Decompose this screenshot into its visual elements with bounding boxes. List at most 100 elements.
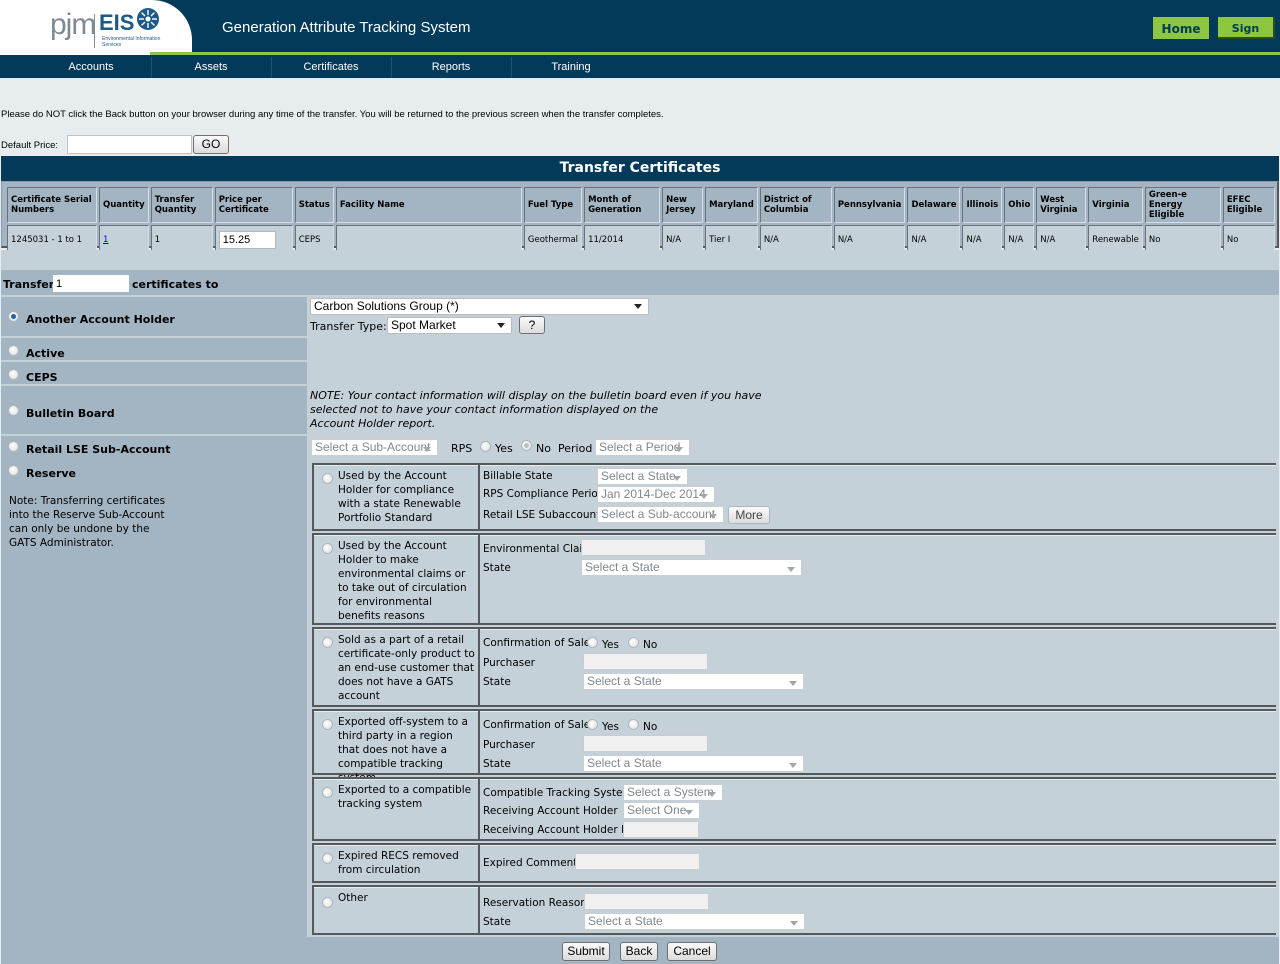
logo[interactable]: pjm EIS Environmental Information Servic… [0,0,192,55]
confirmation-yes-radio[interactable] [587,637,598,648]
sign-out-button[interactable]: Sign Out [1218,17,1275,57]
receiving-account-holder-label: Receiving Account Holder [483,805,618,817]
column-header: Virginia [1088,187,1143,223]
expired-comments-input[interactable] [575,853,700,870]
environmental-claim-input[interactable] [581,539,706,556]
state-select[interactable]: Select a State [581,559,802,576]
environmental-claim-label: Environmental Claim [483,543,593,555]
active-label: Active [26,347,65,360]
purchaser-input[interactable] [583,735,708,752]
reserve-reason-exported-off-system-radio[interactable] [322,719,333,730]
state-value: Select a State [587,756,662,770]
purchaser-input[interactable] [583,653,708,670]
confirmation-no-radio[interactable] [628,719,639,730]
transfer-type-select[interactable]: Spot Market [387,317,512,334]
rps-period-select[interactable]: Jan 2014-Dec 2014 [597,486,715,503]
confirmation-no-label: No [643,639,658,651]
reserve-reason-rps-radio[interactable] [322,473,333,484]
column-header: Green-e Energy Eligible [1144,187,1221,223]
column-header: Delaware [907,187,961,223]
chevron-down-icon [634,304,642,309]
price-per-certificate-input[interactable] [218,230,276,249]
receiving-account-holder-select[interactable]: Select One [623,802,700,819]
transfer-quantity-input[interactable] [53,275,129,292]
reserve-reason-expired-radio[interactable] [322,853,333,864]
app-title: Generation Attribute Tracking System [222,19,471,36]
rps-no-radio[interactable] [521,440,532,451]
column-header: Quantity [99,187,149,223]
nav-certificates[interactable]: Certificates [271,55,391,78]
chevron-down-icon [423,447,431,452]
state-select[interactable]: Select a State [583,673,804,690]
confirmation-of-sale-label: Confirmation of Sale [483,637,591,649]
bulletin-board-radio[interactable] [8,405,19,416]
billable-state-select[interactable]: Select a State [597,468,688,485]
account-holder-select[interactable]: Carbon Solutions Group (*) [310,298,649,315]
home-button[interactable]: Home [1153,17,1209,39]
go-button[interactable]: GO [193,135,229,154]
confirmation-no-label: No [643,721,658,733]
transfer-quantity-row: Transfer certificates to [1,270,1279,295]
nav-assets[interactable]: Assets [151,55,271,78]
compatible-tracking-system-label: Compatible Tracking System [483,787,633,799]
state-select[interactable]: Select a State [583,755,804,772]
note-line: NOTE: Your contact information will disp… [310,389,762,402]
cancel-button[interactable]: Cancel [667,942,717,961]
confirmation-no-radio[interactable] [628,637,639,648]
reserve-reason-retail-product: Sold as a part of a retail certificate-o… [312,627,1276,707]
note-line: Account Holder report. [310,417,436,430]
column-header: Certificate Serial Numbers [7,187,98,223]
retail-lse-subaccount-select[interactable]: Select a Sub-account [597,506,724,523]
sunburst-icon [137,8,159,30]
option-detail-cell [309,338,1279,360]
retail-lse-radio[interactable] [8,441,19,452]
quantity-link[interactable]: 1 [103,235,108,245]
receiving-account-holder-id-input[interactable] [623,821,699,838]
more-button[interactable]: More [728,506,770,524]
nav-accounts[interactable]: Accounts [31,55,151,78]
reserve-radio[interactable] [8,465,19,476]
expired-comments-label: Expired Comments [483,857,583,869]
bulletin-board-note: NOTE: Your contact information will disp… [310,389,762,431]
rps-yes-radio[interactable] [480,441,491,452]
state-value: Select a State [587,674,662,688]
state-select[interactable]: Select a State [584,913,805,930]
reserve-reason-retail-product-radio[interactable] [322,637,333,648]
reserve-reason-description: Used by the Account Holder to make envir… [338,540,467,622]
reserve-reason-description: Exported off-system to a third party in … [338,716,468,784]
back-button[interactable]: Back [620,942,658,961]
nav-reports[interactable]: Reports [391,55,511,78]
confirmation-yes-label: Yes [602,721,619,733]
reserve-reason-environmental-radio[interactable] [322,543,333,554]
reserve-note: Note: Transferring certificates into the… [9,495,166,549]
ceps-radio[interactable] [8,369,19,380]
rps-label: RPS [451,442,473,455]
column-header: Illinois [962,187,1003,223]
period-select[interactable]: Select a Period [595,439,690,456]
transfer-type-label: Transfer Type: [310,320,387,333]
default-price-label: Default Price: [1,140,59,151]
reserve-reason-other-radio[interactable] [322,897,333,908]
default-price-input[interactable] [67,135,192,154]
nav-training[interactable]: Training [511,55,631,78]
chevron-down-icon [708,792,716,797]
rps-period-label: RPS Compliance Period [483,488,605,500]
reserve-reason-description: Exported to a compatible tracking system [338,784,472,810]
another-account-holder-radio[interactable] [8,311,19,322]
submit-button[interactable]: Submit [562,942,610,961]
transfer-type-help-button[interactable]: ? [519,316,545,334]
reserve-reason-description: Used by the Account Holder for complianc… [338,470,461,524]
tracking-system-select[interactable]: Select a System [623,784,723,801]
rps-no-label: No [536,442,551,455]
transfer-type-value: Spot Market [391,318,456,332]
sub-account-select[interactable]: Select a Sub-Account [311,439,438,456]
rps-period-value: Jan 2014-Dec 2014 [601,487,706,501]
confirmation-yes-radio[interactable] [587,719,598,730]
chevron-down-icon [685,810,693,815]
reserve-reason-description: Other [338,892,368,904]
column-divider [478,711,480,773]
active-radio[interactable] [8,345,19,356]
reserve-reason-exported-compatible-radio[interactable] [322,787,333,798]
reservation-reason-input[interactable] [584,893,709,910]
app-header: pjm EIS Environmental Information Servic… [0,0,1280,57]
